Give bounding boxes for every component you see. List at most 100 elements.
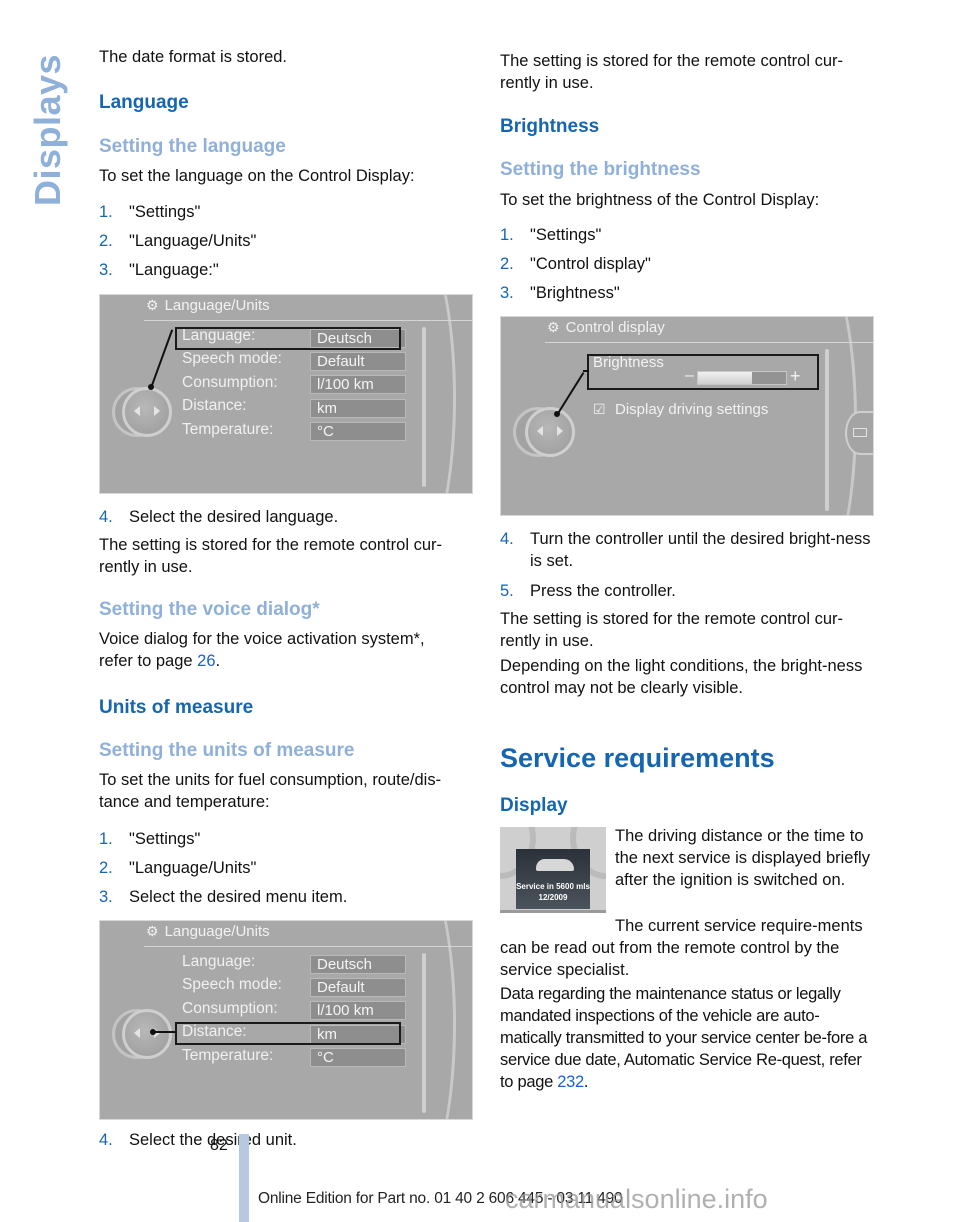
step-number: 2. xyxy=(99,859,113,877)
step-number: 4. xyxy=(99,1131,113,1149)
service-panel: Service in 5600 mls 12/2009 xyxy=(516,849,590,909)
arrow-right-icon xyxy=(557,426,563,436)
date-format-text: The date format is stored. xyxy=(99,48,288,66)
step-number: 3. xyxy=(500,284,514,302)
gear-icon: ⚙ xyxy=(547,319,560,335)
step-text: Press the controller. xyxy=(530,582,676,600)
step-number: 3. xyxy=(99,261,113,279)
step-number: 4. xyxy=(99,508,113,526)
setting-language-heading: Setting the language xyxy=(99,136,286,157)
arrow-left-icon xyxy=(134,406,140,416)
display-heading: Display xyxy=(500,795,568,816)
arrow-right-icon xyxy=(154,406,160,416)
step-text: Select the desired menu item. xyxy=(129,888,348,906)
step-text: "Language/Units" xyxy=(129,859,257,877)
step-text: "Brightness" xyxy=(530,284,620,302)
row-label: Language: xyxy=(182,953,256,970)
row-value: °C xyxy=(310,1048,406,1067)
service-text-1: The driving distance or the time to the … xyxy=(615,827,870,889)
divider xyxy=(432,946,472,947)
step-number: 5. xyxy=(500,582,514,600)
chapter-title: Displays xyxy=(27,53,68,206)
controller-knob-icon xyxy=(122,1009,172,1059)
setting-stored-text: The setting is stored for the remote con… xyxy=(99,536,442,576)
voice-dialog-heading: Setting the voice dialog* xyxy=(99,599,320,620)
row-label: Temperature: xyxy=(182,1047,274,1064)
pointer-dot xyxy=(150,1029,156,1035)
display-driving-settings-label: Display driving settings xyxy=(615,401,769,418)
divider xyxy=(144,320,434,321)
row-label: Consumption: xyxy=(182,1000,278,1017)
step-text: "Settings" xyxy=(129,830,201,848)
gear-icon: ⚙ xyxy=(146,297,159,313)
screen-title: ⚙ Control display xyxy=(547,319,665,336)
screen-title: ⚙ Language/Units xyxy=(146,297,270,314)
period: . xyxy=(583,1073,589,1091)
step-text: "Settings" xyxy=(530,226,602,244)
row-value: Deutsch xyxy=(310,955,406,974)
row-label: Temperature: xyxy=(182,421,274,438)
service-text-3-body: Data regarding the maintenance status or… xyxy=(500,985,868,1091)
row-value: l/100 km xyxy=(310,1001,406,1020)
page-link-232[interactable]: 232 xyxy=(557,1073,584,1091)
step-text: Turn the controller until the desired br… xyxy=(530,530,871,570)
side-button xyxy=(845,411,873,455)
control-display-screen-image: ⚙ Control display Brightness – + ☑ Displa… xyxy=(500,316,874,516)
checkbox-checked-icon: ☑ xyxy=(593,401,606,417)
setting-brightness-heading: Setting the brightness xyxy=(500,159,701,180)
divider xyxy=(144,946,434,947)
setting-units-intro: To set the units for fuel consumption, r… xyxy=(99,771,442,811)
setting-stored-text: The setting is stored for the remote con… xyxy=(500,610,843,650)
controller-knob-icon xyxy=(122,387,172,437)
step-text: "Language:" xyxy=(129,261,219,279)
pointer-line xyxy=(153,1031,175,1033)
brightness-slider-fill xyxy=(698,372,752,384)
service-text-3: Data regarding the maintenance status or… xyxy=(500,983,875,1093)
brightness-slider xyxy=(697,371,787,385)
screen-title-text: Language/Units xyxy=(164,297,270,314)
divider xyxy=(432,320,472,321)
step-number: 4. xyxy=(500,530,514,548)
setting-units-heading: Setting the units of measure xyxy=(99,740,355,761)
page-link-26[interactable]: 26 xyxy=(197,652,215,670)
screen-title-text: Control display xyxy=(565,319,665,336)
row-value: °C xyxy=(310,422,406,441)
step-number: 3. xyxy=(99,888,113,906)
selection-highlight xyxy=(175,1022,401,1045)
language-units-screen-image: ⚙ Language/Units Language: Deutsch Speech… xyxy=(99,294,473,494)
step-text: "Language/Units" xyxy=(129,232,257,250)
row-label: Consumption: xyxy=(182,374,278,391)
period: . xyxy=(215,652,221,670)
row-label: Speech mode: xyxy=(182,976,282,993)
language-heading: Language xyxy=(99,92,189,113)
divider xyxy=(500,910,606,913)
step-number: 1. xyxy=(99,203,113,221)
units-screen-image: ⚙ Language/Units Language: Deutsch Speech… xyxy=(99,920,473,1120)
scrollbar xyxy=(422,327,426,487)
plus-icon: + xyxy=(790,366,801,386)
step-number: 1. xyxy=(500,226,514,244)
step-text: Select the desired language. xyxy=(129,508,339,526)
screen-arc xyxy=(350,295,456,493)
screen-title-text: Language/Units xyxy=(164,923,270,940)
step-text: Select the desired unit. xyxy=(129,1131,297,1149)
divider xyxy=(545,342,840,343)
gear-icon: ⚙ xyxy=(146,923,159,939)
screen-toggle-icon xyxy=(853,428,867,437)
service-date: 12/2009 xyxy=(538,893,568,902)
row-label: Speech mode: xyxy=(182,350,282,367)
minus-icon: – xyxy=(685,367,694,384)
row-value: Default xyxy=(310,978,406,997)
row-value: l/100 km xyxy=(310,375,406,394)
car-icon xyxy=(536,859,574,871)
service-distance: Service in 5600 mls xyxy=(516,882,590,891)
step-number: 2. xyxy=(500,255,514,273)
step-text: "Settings" xyxy=(129,203,201,221)
screen-arc xyxy=(350,921,456,1119)
scrollbar xyxy=(422,953,426,1113)
units-heading: Units of measure xyxy=(99,697,254,718)
watermark: carmanualsonline.info xyxy=(505,1184,768,1214)
scrollbar xyxy=(825,349,829,511)
voice-dialog-text-body: Voice dialog for the voice activation sy… xyxy=(99,630,425,670)
arrow-left-icon xyxy=(134,1028,140,1038)
